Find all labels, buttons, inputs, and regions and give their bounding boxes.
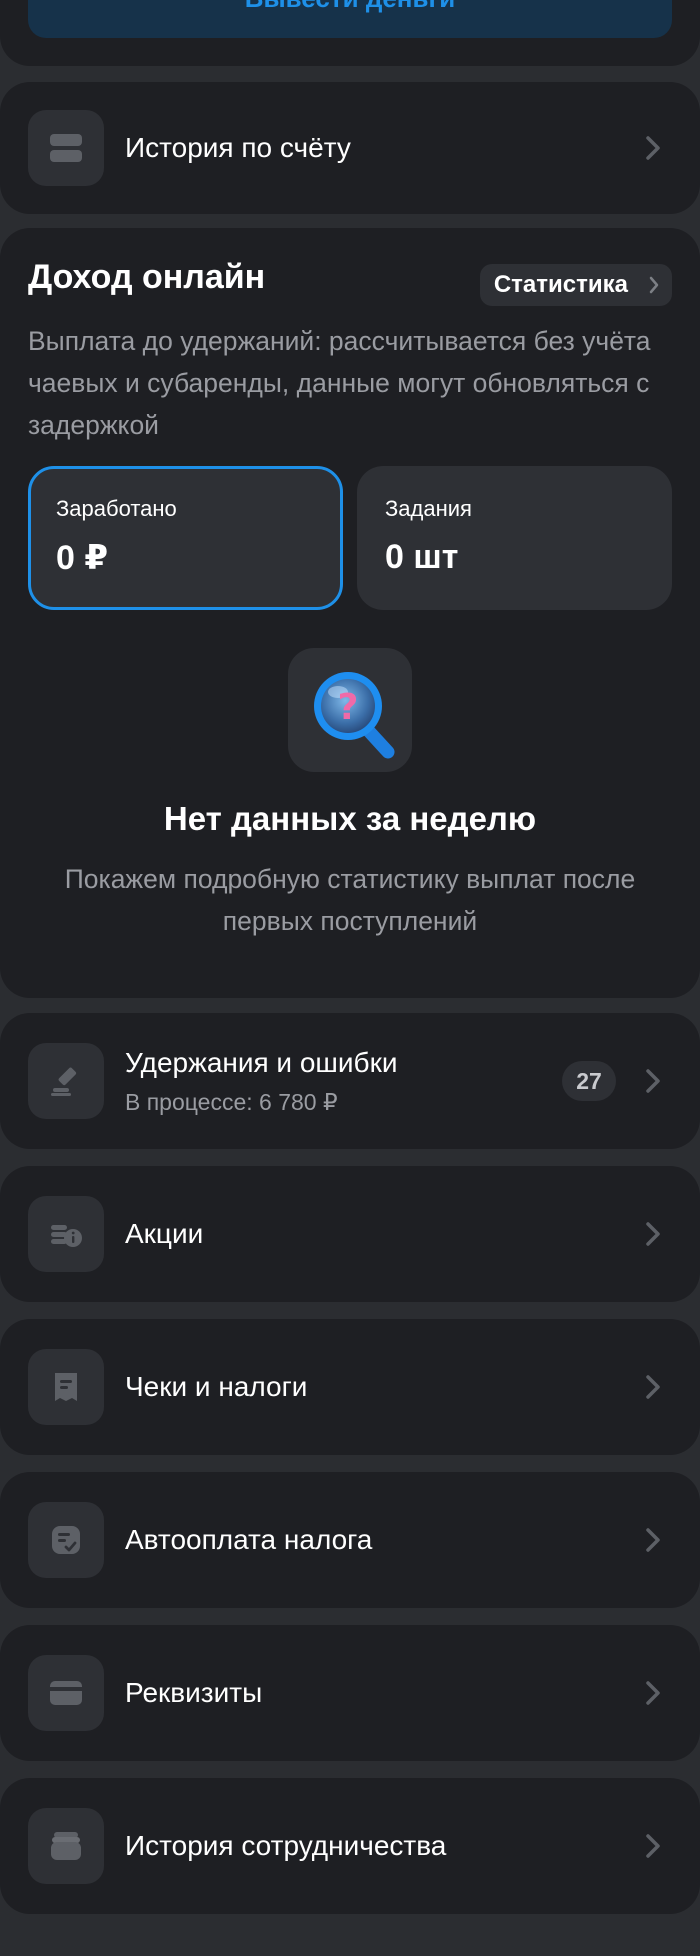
tasks-label: Задания xyxy=(385,496,472,521)
chevron-right-icon xyxy=(646,1681,660,1705)
count-badge: 27 xyxy=(562,1061,616,1101)
statistics-button-label: Статистика xyxy=(493,271,628,298)
chevron-right-icon xyxy=(646,1834,660,1858)
deductions-item[interactable]: Удержания и ошибки В процессе: 6 780 ₽ 2… xyxy=(0,1013,700,1149)
menu-item-label: История сотрудничества xyxy=(125,1830,447,1861)
auto-tax-icon xyxy=(28,1502,104,1578)
tasks-tile[interactable]: Задания 0 шт xyxy=(357,466,672,610)
chevron-right-icon xyxy=(646,1375,660,1399)
income-card: Доход онлайн Статистика Выплата до удерж… xyxy=(0,228,700,998)
receipt-icon xyxy=(28,1349,104,1425)
income-title: Доход онлайн xyxy=(28,258,266,296)
tasks-value: 0 шт xyxy=(385,538,459,576)
menu-item-label: Акции xyxy=(125,1218,204,1249)
menu-item-label: Реквизиты xyxy=(125,1677,263,1708)
menu-item-cooperation-history[interactable]: История сотрудничества xyxy=(0,1778,700,1914)
menu-item-label: Автооплата налога xyxy=(125,1524,373,1555)
menu-item-receipts[interactable]: Чеки и налоги xyxy=(0,1319,700,1455)
account-history-label: История по счёту xyxy=(125,132,351,163)
menu-item-promotions[interactable]: Акции xyxy=(0,1166,700,1302)
menu-item-auto-tax[interactable]: Автооплата налога xyxy=(0,1472,700,1608)
chevron-right-icon xyxy=(646,1069,660,1093)
empty-state-title: Нет данных за неделю xyxy=(163,800,537,837)
page: Вывести деньги История по счёту Доход он… xyxy=(0,0,700,1956)
gavel-icon xyxy=(28,1043,104,1119)
coins-icon xyxy=(28,1196,104,1272)
menu-item-requisites[interactable]: Реквизиты xyxy=(0,1625,700,1761)
statistics-button[interactable]: Статистика xyxy=(479,264,672,306)
menu-item-label: Чеки и налоги xyxy=(125,1371,308,1402)
withdraw-card: Вывести деньги xyxy=(0,0,700,66)
chevron-right-icon xyxy=(646,1528,660,1552)
chevron-right-icon xyxy=(646,1222,660,1246)
deductions-subtitle: В процессе: 6 780 ₽ xyxy=(125,1089,338,1115)
account-history-item[interactable]: История по счёту xyxy=(0,82,700,214)
deductions-label: Удержания и ошибки xyxy=(125,1047,398,1078)
withdraw-button-label: Вывести деньги xyxy=(28,0,672,24)
income-description: Выплата до удержаний: рассчитывается без… xyxy=(28,326,651,440)
chevron-right-icon xyxy=(649,276,659,294)
magnifier-question-icon: ? xyxy=(288,648,412,772)
earned-label: Заработано xyxy=(56,496,177,521)
card-icon xyxy=(28,1655,104,1731)
history-icon xyxy=(28,110,104,186)
stack-icon xyxy=(28,1808,104,1884)
svg-text:?: ? xyxy=(338,687,359,728)
empty-state-description: Покажем подробную статистику выплат посл… xyxy=(64,864,636,936)
chevron-right-icon xyxy=(646,136,660,160)
earned-tile[interactable]: Заработано 0 ₽ xyxy=(28,466,343,610)
withdraw-button[interactable]: Вывести деньги xyxy=(28,0,672,38)
earned-value: 0 ₽ xyxy=(56,539,109,577)
